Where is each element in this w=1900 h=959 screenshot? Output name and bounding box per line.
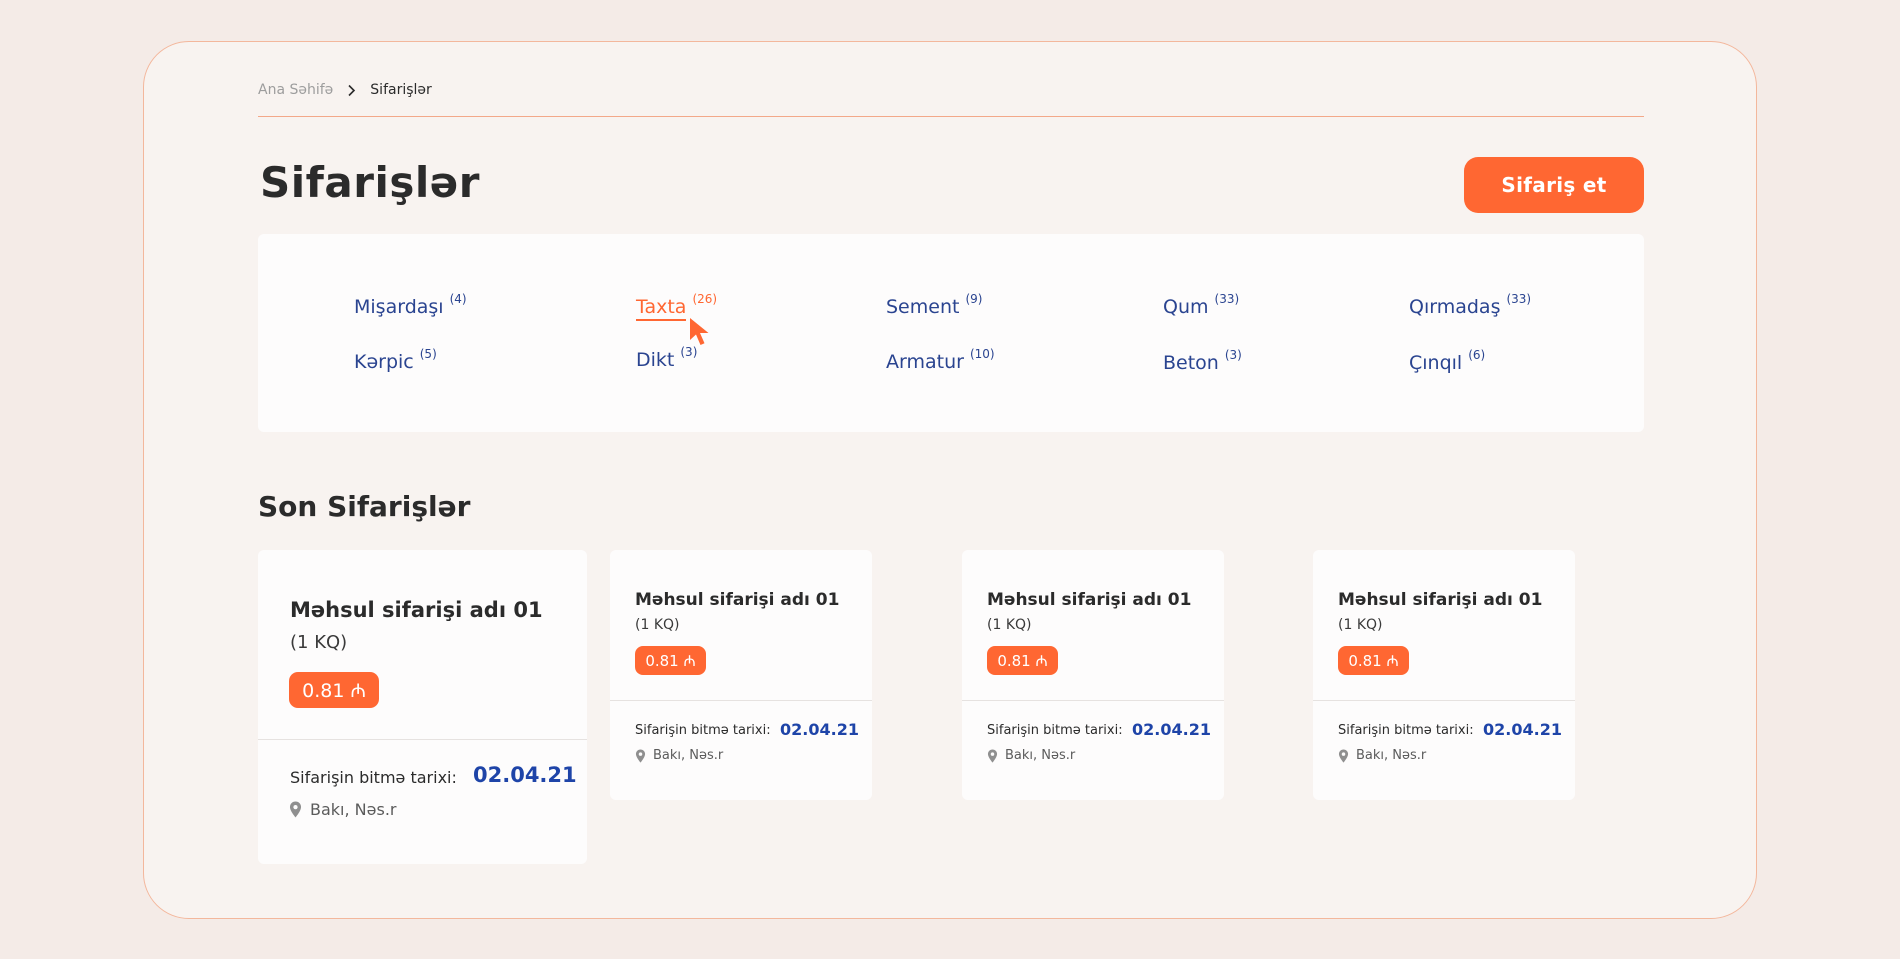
location-text: Bakı, Nəs.r [1005,748,1076,763]
order-location: Bakı, Nəs.r [987,748,1075,763]
location-text: Bakı, Nəs.r [310,800,397,819]
map-pin-icon [987,748,998,763]
order-card[interactable]: Məhsul sifarişi adı 01 (1 KQ) 0.81 ₼ Sif… [610,550,872,800]
category-taxta[interactable]: Taxta (26) [636,292,717,321]
order-card[interactable]: Məhsul sifarişi adı 01 (1 KQ) 0.81 ₼ Sif… [258,550,587,864]
order-location: Bakı, Nəs.r [1338,748,1426,763]
card-divider [258,739,587,740]
breadcrumb-divider [258,116,1644,117]
map-pin-icon [289,801,302,818]
due-date-label: Sifarişin bitmə tarixi: [635,723,771,738]
breadcrumb-current: Sifarişlər [370,82,432,98]
due-date-label: Sifarişin bitmə tarixi: [1338,723,1474,738]
category-panel [258,234,1644,432]
order-quantity: (1 KQ) [1338,617,1383,633]
map-pin-icon [635,748,646,763]
card-divider [962,700,1224,701]
price-badge: 0.81 ₼ [1338,646,1409,675]
order-quantity: (1 KQ) [635,617,680,633]
card-divider [1313,700,1575,701]
order-location: Bakı, Nəs.r [289,800,396,819]
recent-orders-title: Son Sifarişlər [258,490,471,523]
category-cinqil[interactable]: Çınqıl (6) [1409,348,1485,374]
order-name: Məhsul sifarişi adı 01 [290,598,543,622]
due-date-value: 02.04.21 [1483,720,1562,739]
order-quantity: (1 KQ) [987,617,1032,633]
category-armatur[interactable]: Armatur (10) [886,347,995,373]
category-kerpic[interactable]: Kərpic (5) [354,347,437,373]
price-badge: 0.81 ₼ [635,646,706,675]
price-badge: 0.81 ₼ [987,646,1058,675]
due-date-label: Sifarişin bitmə tarixi: [290,768,457,787]
order-name: Məhsul sifarişi adı 01 [1338,590,1543,610]
order-card[interactable]: Məhsul sifarişi adı 01 (1 KQ) 0.81 ₼ Sif… [962,550,1224,800]
cursor-pointer-icon [688,316,712,352]
due-date-value: 02.04.21 [780,720,859,739]
page-title: Sifarişlər [260,158,480,207]
price-badge: 0.81 ₼ [289,672,379,708]
category-beton[interactable]: Beton (3) [1163,348,1242,374]
category-qum[interactable]: Qum (33) [1163,292,1239,318]
breadcrumb: Ana Səhifə Sifarişlər [258,82,432,98]
order-button[interactable]: Sifariş et [1464,157,1644,213]
breadcrumb-home-link[interactable]: Ana Səhifə [258,82,333,98]
order-location: Bakı, Nəs.r [635,748,723,763]
order-name: Məhsul sifarişi adı 01 [635,590,840,610]
order-quantity: (1 KQ) [290,632,348,653]
location-text: Bakı, Nəs.r [1356,748,1427,763]
chevron-right-icon [347,84,356,97]
due-date-value: 02.04.21 [473,763,577,787]
category-misardasi[interactable]: Mişardaşı (4) [354,292,467,318]
due-date-label: Sifarişin bitmə tarixi: [987,723,1123,738]
order-card[interactable]: Məhsul sifarişi adı 01 (1 KQ) 0.81 ₼ Sif… [1313,550,1575,800]
category-qirmadas[interactable]: Qırmadaş (33) [1409,292,1531,318]
category-dikt[interactable]: Dikt (3) [636,345,697,371]
category-sement[interactable]: Sement (9) [886,292,982,318]
location-text: Bakı, Nəs.r [653,748,724,763]
map-pin-icon [1338,748,1349,763]
order-name: Məhsul sifarişi adı 01 [987,590,1192,610]
due-date-value: 02.04.21 [1132,720,1211,739]
card-divider [610,700,872,701]
